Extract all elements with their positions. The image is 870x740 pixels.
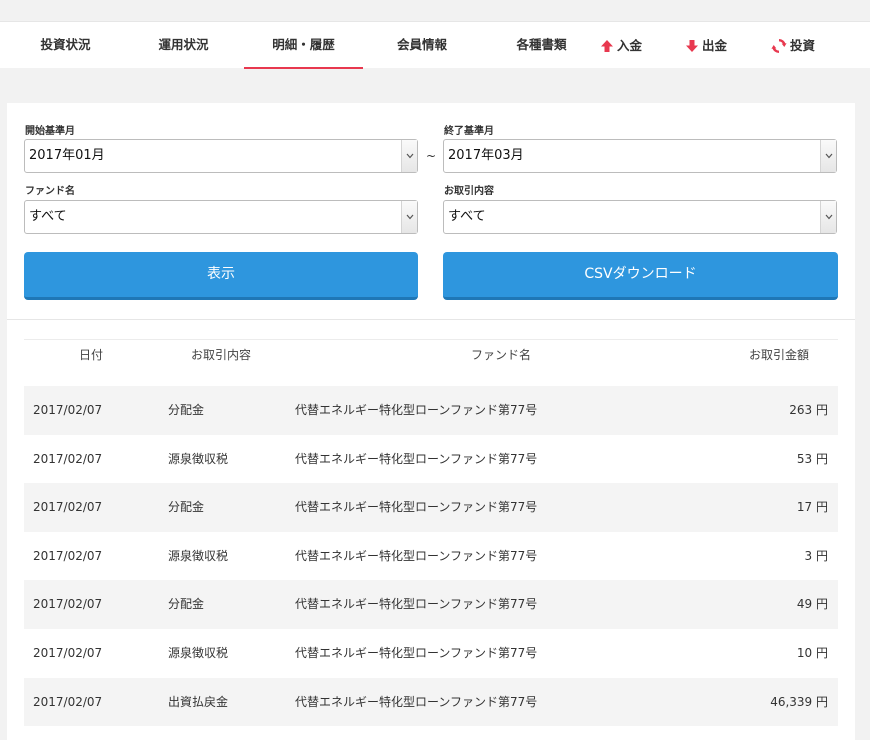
start-month-select[interactable]: 2017年01月: [24, 139, 418, 173]
row-date: 2017/02/07: [33, 645, 103, 660]
withdraw-link[interactable]: 出金: [685, 22, 727, 69]
table-row: 2017/02/07 分配金 代替エネルギー特化型ローンファンド第77号 263…: [24, 386, 838, 435]
transaction-table: 2017/02/07 分配金 代替エネルギー特化型ローンファンド第77号 263…: [24, 386, 838, 727]
row-date: 2017/02/07: [33, 500, 103, 515]
deposit-link[interactable]: 入金: [600, 22, 642, 69]
row-amount: 10 円: [796, 645, 828, 660]
table-row: 2017/02/07 源泉徴収税 代替エネルギー特化型ローンファンド第77号 3…: [24, 532, 838, 581]
row-fund: 代替エネルギー特化型ローンファンド第77号: [295, 597, 538, 612]
row-amount: 263 円: [789, 403, 828, 417]
row-date: 2017/02/07: [33, 451, 103, 466]
tab-documents[interactable]: 各種書類: [484, 22, 599, 69]
transaction-type-select[interactable]: すべて: [443, 200, 837, 234]
arrow-down-icon: [685, 39, 699, 53]
table-row: 2017/02/07 分配金 代替エネルギー特化型ローンファンド第77号 49 …: [24, 580, 838, 629]
range-separator: ~: [426, 149, 437, 163]
history-panel: 開始基準月 2017年01月 ~ 終了基準月 2017年03月 ファンド名 すべ…: [7, 103, 855, 740]
row-amount: 46,339 円: [770, 694, 828, 709]
deposit-label: 入金: [617, 38, 643, 53]
table-row: 2017/02/07 分配金 代替エネルギー特化型ローンファンド第77号 17 …: [24, 483, 838, 532]
fund-select[interactable]: すべて: [24, 200, 418, 234]
section-divider: [7, 319, 855, 320]
end-month-select[interactable]: 2017年03月: [443, 139, 837, 173]
fund-value: すべて: [29, 209, 67, 224]
transaction-type-label: お取引内容: [444, 186, 494, 197]
withdraw-label: 出金: [702, 38, 728, 53]
row-date: 2017/02/07: [33, 548, 103, 563]
row-date: 2017/02/07: [33, 597, 103, 612]
end-month-label: 終了基準月: [444, 126, 494, 137]
fund-label: ファンド名: [25, 186, 75, 197]
tab-operation-status[interactable]: 運用状況: [126, 22, 241, 69]
row-amount: 3 円: [804, 548, 828, 563]
chevron-down-icon: [401, 201, 417, 233]
show-button[interactable]: 表示: [24, 252, 418, 300]
invest-link[interactable]: 投資: [771, 22, 815, 69]
tab-member-info[interactable]: 会員情報: [364, 22, 480, 69]
start-month-value: 2017年01月: [29, 148, 105, 163]
row-fund: 代替エネルギー特化型ローンファンド第77号: [295, 645, 538, 660]
table-row: 2017/02/07 出資払戻金 代替エネルギー特化型ローンファンド第77号 4…: [24, 677, 838, 727]
row-fund: 代替エネルギー特化型ローンファンド第77号: [295, 451, 538, 466]
chevron-down-icon: [820, 140, 836, 172]
transaction-type-value: すべて: [448, 209, 486, 224]
main-nav: 投資状況 運用状況 明細・履歴 会員情報 各種書類 入金 出金 投資: [0, 21, 870, 69]
table-row: 2017/02/07 源泉徴収税 代替エネルギー特化型ローンファンド第77号 5…: [24, 435, 838, 484]
row-amount: 53 円: [796, 451, 828, 466]
row-type: 源泉徴収税: [168, 451, 229, 466]
row-fund: 代替エネルギー特化型ローンファンド第77号: [295, 694, 538, 709]
table-row: 2017/02/07 源泉徴収税 代替エネルギー特化型ローンファンド第77号 1…: [24, 629, 838, 678]
row-type: 分配金: [168, 597, 205, 612]
header-type: お取引内容: [191, 348, 252, 362]
row-date: 2017/02/07: [33, 403, 103, 417]
row-fund: 代替エネルギー特化型ローンファンド第77号: [295, 548, 538, 563]
row-fund: 代替エネルギー特化型ローンファンド第77号: [295, 403, 538, 417]
csv-download-button[interactable]: CSVダウンロード: [443, 252, 838, 300]
end-month-value: 2017年03月: [448, 148, 524, 163]
table-header: 日付 お取引内容 ファンド名 お取引金額: [24, 339, 838, 384]
arrow-up-icon: [600, 39, 614, 53]
row-type: 出資払戻金: [168, 694, 229, 709]
chevron-down-icon: [820, 201, 836, 233]
row-amount: 49 円: [796, 597, 828, 612]
row-type: 源泉徴収税: [168, 645, 229, 660]
row-date: 2017/02/07: [33, 694, 103, 709]
row-type: 分配金: [168, 500, 205, 515]
start-month-label: 開始基準月: [25, 126, 75, 137]
header-fund: ファンド名: [471, 348, 532, 362]
header-date: 日付: [79, 348, 104, 362]
header-amount: お取引金額: [748, 348, 809, 362]
chevron-down-icon: [401, 140, 417, 172]
row-type: 源泉徴収税: [168, 548, 229, 563]
refresh-icon: [771, 38, 787, 54]
tab-investment-status[interactable]: 投資状況: [8, 22, 123, 69]
invest-label: 投資: [790, 38, 816, 53]
row-amount: 17 円: [796, 500, 828, 515]
tab-statement-history[interactable]: 明細・履歴: [244, 22, 363, 69]
row-type: 分配金: [168, 403, 205, 417]
row-fund: 代替エネルギー特化型ローンファンド第77号: [295, 500, 538, 515]
